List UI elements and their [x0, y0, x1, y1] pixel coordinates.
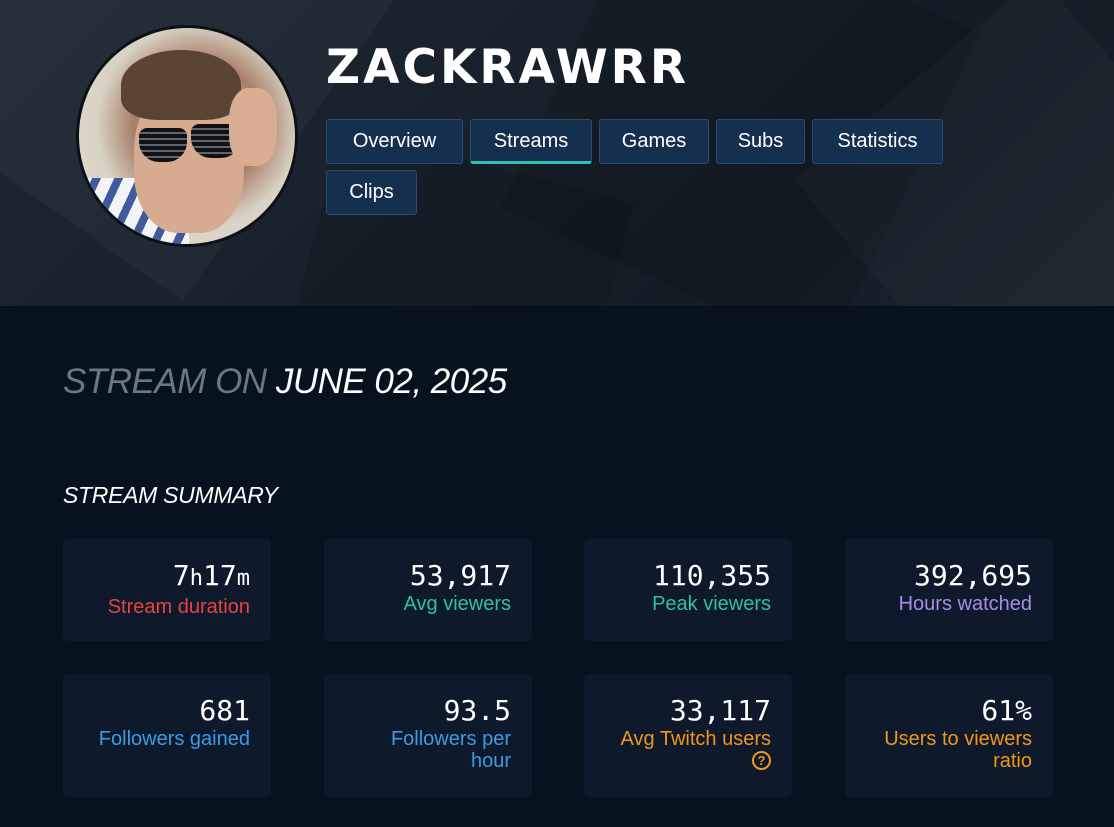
stat-card-avg-twitch-users: 33,117 Avg Twitch users ? — [584, 674, 792, 797]
stream-summary-title: STREAM SUMMARY — [63, 482, 278, 508]
stat-value: 93.5 — [443, 694, 511, 727]
stat-card-followers-gained: 681 Followers gained — [63, 674, 271, 797]
stat-value: 681 — [199, 694, 250, 727]
tab-games[interactable]: Games — [599, 119, 709, 164]
channel-username: ZACKRAWRR — [326, 40, 690, 95]
stat-card-users-to-viewers-ratio: 61% Users to viewers ratio — [845, 674, 1053, 797]
stat-label-line2: hour — [470, 750, 511, 772]
channel-avatar — [76, 25, 298, 247]
stat-label-line1: Users to viewers — [884, 728, 1032, 750]
stat-label-line2: ratio — [993, 750, 1032, 772]
stat-value: 110,355 — [652, 559, 771, 592]
stat-value: 61% — [981, 694, 1032, 727]
page-title-date: JUNE 02, 2025 — [275, 362, 507, 401]
stat-card-hours-watched: 392,695 Hours watched — [845, 539, 1053, 641]
stat-label: Avg viewers — [403, 593, 511, 615]
tab-streams[interactable]: Streams — [470, 119, 592, 164]
tab-overview[interactable]: Overview — [326, 119, 463, 164]
stat-value: 392,695 — [913, 559, 1032, 592]
stat-value: 53,917 — [409, 559, 511, 592]
stat-label: Stream duration — [107, 596, 250, 618]
stat-label: Avg Twitch users — [620, 728, 771, 750]
tab-subs[interactable]: Subs — [716, 119, 805, 164]
stat-value: 33,117 — [669, 694, 771, 727]
stat-value: 7h17m — [172, 559, 250, 592]
stat-label: Hours watched — [898, 593, 1032, 615]
stat-card-followers-per-hour: 93.5 Followers per hour — [324, 674, 532, 797]
stat-label-line1: Followers per — [390, 728, 511, 750]
tab-clips[interactable]: Clips — [326, 170, 417, 215]
tab-statistics[interactable]: Statistics — [812, 119, 943, 164]
stat-label: Peak viewers — [652, 593, 771, 615]
stat-card-peak-viewers: 110,355 Peak viewers — [584, 539, 792, 641]
stat-label: Followers gained — [98, 728, 250, 750]
stat-card-avg-viewers: 53,917 Avg viewers — [324, 539, 532, 641]
page-title: STREAM ON JUNE 02, 2025 — [63, 362, 507, 402]
question-circle-icon[interactable]: ? — [752, 751, 771, 770]
page-title-prefix: STREAM ON — [63, 362, 267, 401]
stat-card-stream-duration: 7h17m Stream duration — [63, 539, 271, 641]
